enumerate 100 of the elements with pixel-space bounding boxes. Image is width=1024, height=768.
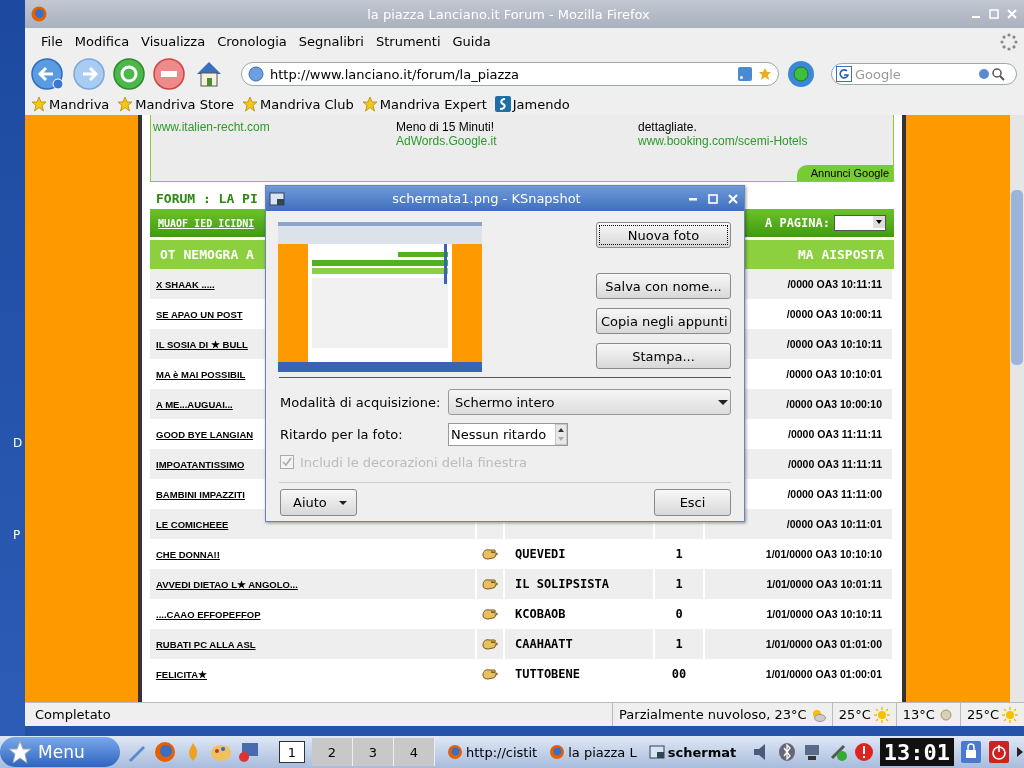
star-icon bbox=[117, 96, 134, 112]
arrow-icon[interactable] bbox=[1016, 746, 1024, 758]
forward-icon[interactable] bbox=[73, 58, 105, 90]
monitor-icon[interactable] bbox=[238, 741, 260, 763]
lock-screen-icon[interactable] bbox=[960, 740, 982, 764]
bluetooth-icon[interactable] bbox=[777, 742, 796, 762]
moon-icon bbox=[937, 706, 954, 723]
topic-link[interactable]: GOOD BYE LANGIAN bbox=[156, 428, 254, 440]
menu-item[interactable]: Cronologia bbox=[211, 34, 293, 49]
ad-text: Meno di 15 Minuti! bbox=[396, 120, 495, 134]
weather-text: 25°C bbox=[966, 707, 999, 722]
page-select[interactable] bbox=[834, 215, 886, 231]
topic-link[interactable]: BAMBINI IMPAZZITI bbox=[156, 488, 245, 500]
topic-link[interactable]: ....CAAO EFFOPEFFOP bbox=[156, 608, 261, 620]
last-post-date: 1/01/0000 OA3 10:01:11 bbox=[766, 578, 882, 590]
reply-count: 00 bbox=[671, 667, 687, 681]
topic-link[interactable]: X SHAAK ..... bbox=[156, 278, 215, 290]
jamendo-icon bbox=[494, 96, 511, 112]
menu-item[interactable]: File bbox=[35, 34, 69, 49]
close-button[interactable]: Esci bbox=[654, 489, 731, 516]
reload-icon[interactable] bbox=[113, 58, 145, 90]
window-title: la piazza Lanciano.it Forum - Mozilla Firefox bbox=[366, 6, 651, 22]
last-post-date: /0000 OA3 10:11:11 bbox=[787, 278, 882, 290]
topic-link[interactable]: FELICITA★ bbox=[156, 668, 208, 680]
mode-dropdown[interactable]: Schermo intero bbox=[448, 389, 731, 415]
topic-link[interactable]: AVVEDI DIETAO L★ ANGOLO... bbox=[156, 578, 298, 590]
weather-text: Parzialmente nuvoloso, 23°C bbox=[619, 707, 807, 722]
stop-icon[interactable] bbox=[153, 58, 185, 90]
maximize-icon[interactable] bbox=[708, 193, 718, 204]
help-button[interactable]: Aiuto bbox=[280, 489, 357, 516]
task-button[interactable]: schermat bbox=[648, 744, 737, 760]
topic-link[interactable]: LE COMICHEEE bbox=[156, 518, 229, 530]
topic-link[interactable]: MA è MAI POSSIBIL bbox=[156, 368, 246, 380]
author-name: CAAHAATT bbox=[515, 637, 573, 651]
sun-icon bbox=[1002, 706, 1018, 723]
last-post-date: 1/01/0000 OA3 01:00:01 bbox=[765, 668, 882, 680]
task-button[interactable]: http://cistit bbox=[447, 744, 538, 760]
alert-icon[interactable] bbox=[853, 742, 874, 762]
last-post-date: 1/01/0000 OA3 10:10:11 bbox=[766, 608, 882, 620]
weather-text: 25°C bbox=[838, 707, 871, 722]
desktop-icon-label: D bbox=[12, 436, 24, 450]
power-icon[interactable] bbox=[988, 740, 1010, 764]
topic-link[interactable]: RUBATI PC ALLA ASL bbox=[156, 638, 256, 650]
throbber-icon bbox=[1000, 32, 1018, 51]
dialog-button[interactable]: Salva con nome... bbox=[596, 273, 731, 299]
search-field[interactable]: Google bbox=[831, 63, 1017, 85]
topic-link[interactable]: IL SOSIA DI ★ BULL bbox=[156, 338, 248, 350]
check-icon bbox=[281, 456, 293, 468]
firefox-icon bbox=[447, 744, 463, 760]
ad-text: dettagliate. bbox=[638, 120, 697, 134]
dialog-button[interactable]: Copia negli appunti bbox=[596, 308, 731, 334]
back-icon[interactable] bbox=[31, 58, 65, 90]
desktop-switch[interactable]: 4 bbox=[394, 738, 435, 766]
menu-button[interactable]: Menu bbox=[0, 737, 120, 767]
column-header: OT NEMOGRA A bbox=[160, 247, 254, 262]
bookmark-link[interactable]: Jamendo bbox=[512, 96, 570, 112]
menu-item[interactable]: Guida bbox=[446, 34, 497, 49]
column-header: MA AISPOSTA bbox=[797, 247, 884, 262]
menu-item[interactable]: Strumenti bbox=[370, 34, 447, 49]
bookmark-link[interactable]: Mandriva Store bbox=[135, 96, 235, 112]
topic-link[interactable]: IMPOATANTISSIMO bbox=[156, 458, 245, 470]
topic-link[interactable]: A ME...AUGUAI... bbox=[156, 398, 233, 410]
status-text: Completato bbox=[34, 707, 112, 722]
dialog-button[interactable]: Nuova foto bbox=[596, 222, 731, 248]
reply-count: 1 bbox=[675, 547, 683, 561]
star-icon bbox=[8, 740, 32, 764]
search-icon[interactable] bbox=[978, 67, 1006, 81]
close-icon[interactable] bbox=[728, 193, 738, 204]
last-post-date: /0000 OA3 11:11:11 bbox=[788, 458, 882, 470]
field-label: Ritardo per la foto: bbox=[280, 427, 404, 442]
star-icon bbox=[242, 96, 259, 112]
desktop-switch[interactable]: 2 bbox=[312, 738, 353, 766]
delay-spinbox[interactable]: Nessun ritardo bbox=[448, 423, 568, 446]
author-name: QUEVEDI bbox=[515, 547, 566, 561]
dialog-title: schermata1.png - KSnapshot bbox=[391, 191, 582, 206]
menu-item[interactable]: Visualizza bbox=[135, 34, 212, 49]
star-icon bbox=[361, 96, 378, 112]
topic-link[interactable]: SE APAO UN POST bbox=[156, 308, 243, 320]
topic-link[interactable]: CHE DONNA!! bbox=[156, 548, 220, 560]
feed-icon[interactable] bbox=[738, 67, 752, 81]
firefox-icon[interactable] bbox=[154, 741, 176, 763]
bookmark-link[interactable]: Mandriva bbox=[49, 96, 110, 112]
task-button[interactable]: la piazza L bbox=[549, 744, 637, 760]
desktop-icon-label: P bbox=[12, 528, 22, 542]
desktop-switch[interactable]: 3 bbox=[353, 738, 394, 766]
ads-badge[interactable]: Annunci Google bbox=[796, 165, 893, 181]
author-name: TUTTOBENE bbox=[515, 667, 581, 681]
bookmark-link[interactable]: Mandriva Expert bbox=[379, 96, 487, 112]
author-name: KCOBAOB bbox=[515, 607, 566, 621]
desktop-switch[interactable]: 1 bbox=[279, 741, 305, 763]
address-field[interactable]: http://www.lanciano.it/forum/la_piazza bbox=[241, 62, 779, 86]
bookmark-star-icon[interactable] bbox=[758, 67, 772, 81]
last-post-date: 1/01/0000 OA3 10:10:10 bbox=[765, 548, 882, 560]
menu-item[interactable]: Modifica bbox=[68, 34, 136, 49]
bookmark-link[interactable]: Mandriva Club bbox=[260, 96, 354, 112]
dialog-button[interactable]: Stampa... bbox=[596, 343, 731, 369]
spin-arrows-icon bbox=[555, 424, 567, 445]
go-icon[interactable] bbox=[787, 60, 815, 88]
menu-item[interactable]: Segnalibri bbox=[292, 34, 370, 49]
last-post-date: /0000 OA3 10:00:11 bbox=[786, 308, 882, 320]
